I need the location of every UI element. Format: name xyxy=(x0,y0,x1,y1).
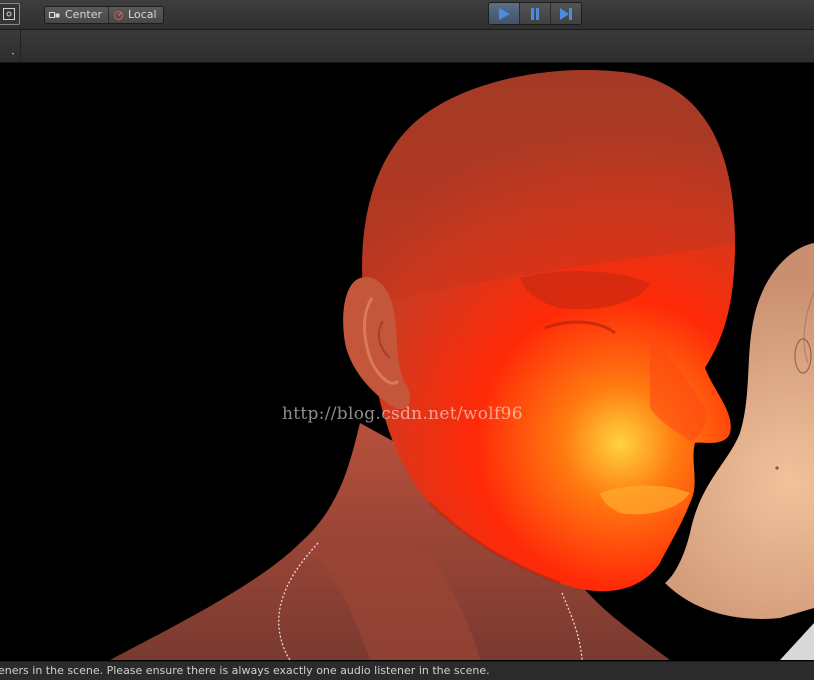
play-button[interactable] xyxy=(489,3,519,24)
pause-icon xyxy=(531,7,539,20)
play-icon xyxy=(499,7,510,20)
main-head xyxy=(110,70,735,660)
pivot-toggle-group: Center Local xyxy=(44,6,164,24)
pause-button[interactable] xyxy=(519,3,550,24)
local-rotation-icon xyxy=(113,10,124,20)
scene-view-toolbar xyxy=(0,30,814,63)
rect-tool-icon[interactable] xyxy=(0,3,20,25)
pivot-center-button[interactable]: Center xyxy=(45,7,109,23)
step-icon xyxy=(560,7,572,20)
pivot-local-button[interactable]: Local xyxy=(108,7,163,23)
pivot-local-label: Local xyxy=(128,8,157,21)
status-bar[interactable]: eners in the scene. Please ensure there … xyxy=(0,661,814,680)
pivot-center-icon xyxy=(49,11,60,18)
watermark-text: http://blog.csdn.net/wolf96 xyxy=(282,404,523,424)
draw-mode-dropdown[interactable] xyxy=(0,30,21,62)
scene-render xyxy=(110,70,814,660)
status-message: eners in the scene. Please ensure there … xyxy=(0,664,490,677)
scene-viewport[interactable]: http://blog.csdn.net/wolf96 xyxy=(0,63,814,660)
step-button[interactable] xyxy=(550,3,581,24)
chevron-down-icon xyxy=(12,53,14,55)
main-toolbar: Center Local xyxy=(0,0,814,30)
pivot-center-label: Center xyxy=(65,8,103,21)
playback-controls xyxy=(488,2,582,25)
